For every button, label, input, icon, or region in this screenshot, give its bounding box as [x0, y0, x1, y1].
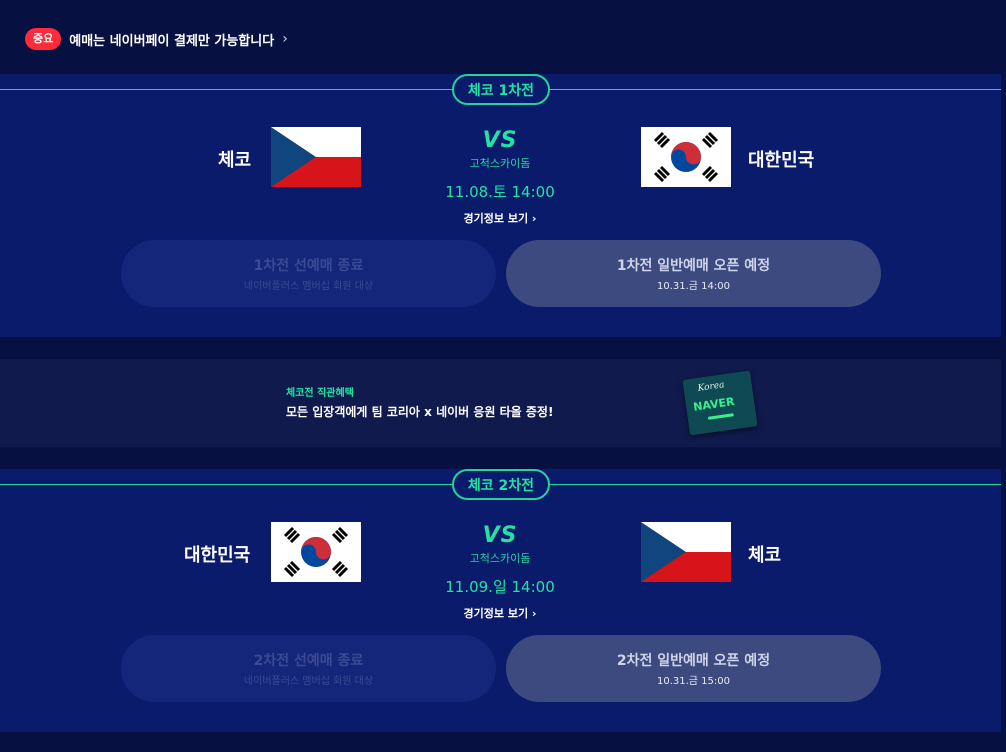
footer-spacer — [0, 732, 1001, 752]
general-sale-date: 10.31.금 14:00 — [656, 281, 730, 292]
presale-closed-button: 1차전 선예매 종료 네이버플러스 멤버십 회원 대상 — [121, 240, 496, 307]
round-title: 체코 2차전 — [452, 469, 550, 500]
towel-strip — [707, 413, 734, 420]
notice-text[interactable]: 예매는 네이버페이 결제만 가능합니다 — [69, 30, 274, 49]
presale-closed-button: 2차전 선예매 종료 네이버플러스 멤버십 회원 대상 — [121, 635, 496, 702]
korea-flag-icon — [641, 127, 731, 187]
notice-bar[interactable]: 중요 예매는 네이버페이 결제만 가능합니다 › — [25, 28, 288, 50]
venue-label: 고척스카이돔 — [469, 157, 531, 170]
towel-image: Korea NAVER — [682, 370, 758, 436]
left-team-name: 대한민국 — [184, 545, 251, 566]
korea-flag-icon — [271, 522, 361, 582]
match-detail-link[interactable]: 경기정보 보기 › — [420, 210, 580, 226]
important-badge: 중요 — [25, 28, 62, 50]
general-sale-date: 10.31.금 15:00 — [656, 676, 730, 687]
match-card-1: 체코 1차전 체코 VS 고척스카이돔 11.08.토 14:00 경기정보 보… — [0, 74, 1001, 337]
benefit-banner: 체코전 직관혜택 모든 입장객에게 팀 코리아 x 네이버 응원 타올 증정! … — [0, 359, 1001, 447]
right-team-name: 대한민국 — [748, 150, 815, 171]
czech-flag-icon — [271, 127, 361, 187]
presale-sub: 네이버플러스 멤버십 회원 대상 — [243, 676, 374, 687]
chevron-right-icon[interactable]: › — [282, 31, 288, 47]
general-sale-title: 1차전 일반예매 오픈 예정 — [616, 258, 771, 274]
round-title: 체코 1차전 — [452, 74, 550, 105]
match-info: VS 고척스카이돔 11.09.일 14:00 경기정보 보기 › — [420, 523, 580, 621]
match-info: VS 고척스카이돔 11.08.토 14:00 경기정보 보기 › — [420, 128, 580, 226]
presale-title: 1차전 선예매 종료 — [253, 258, 364, 274]
general-sale-button[interactable]: 2차전 일반예매 오픈 예정 10.31.금 15:00 — [506, 635, 881, 702]
match-datetime: 11.09.일 14:00 — [445, 578, 555, 596]
towel-script: Korea — [697, 380, 726, 394]
benefit-label: 체코전 직관혜택 — [286, 388, 354, 399]
match-detail-link[interactable]: 경기정보 보기 › — [420, 605, 580, 621]
presale-title: 2차전 선예매 종료 — [253, 653, 364, 669]
towel-brand: NAVER — [692, 395, 736, 414]
match-card-2: 체코 2차전 대한민국 VS 고척스카이돔 11.09.일 14:00 경기정보… — [0, 469, 1001, 732]
vs-label: VS — [482, 523, 518, 548]
vs-label: VS — [482, 128, 518, 153]
match-datetime: 11.08.토 14:00 — [445, 183, 555, 201]
general-sale-title: 2차전 일반예매 오픈 예정 — [616, 653, 771, 669]
venue-label: 고척스카이돔 — [469, 552, 531, 565]
general-sale-button[interactable]: 1차전 일반예매 오픈 예정 10.31.금 14:00 — [506, 240, 881, 307]
czech-flag-icon — [641, 522, 731, 582]
left-team-name: 체코 — [218, 150, 252, 171]
presale-sub: 네이버플러스 멤버십 회원 대상 — [243, 281, 374, 292]
benefit-text: 모든 입장객에게 팀 코리아 x 네이버 응원 타올 증정! — [286, 405, 554, 419]
right-team-name: 체코 — [748, 545, 782, 566]
